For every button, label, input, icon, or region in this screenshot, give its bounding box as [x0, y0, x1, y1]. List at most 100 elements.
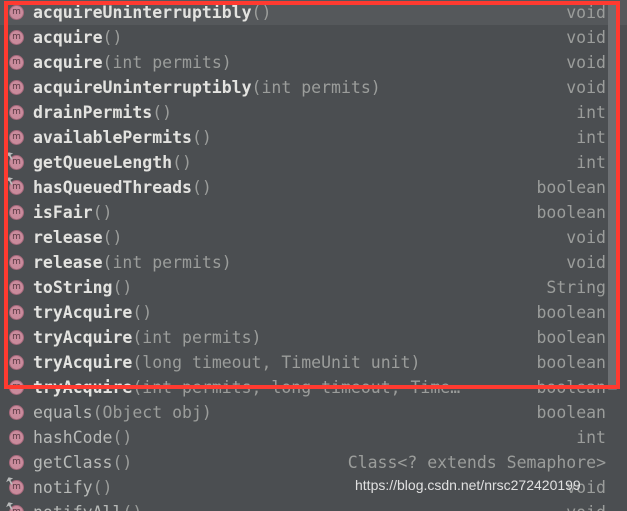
method-row[interactable]: m toString() String [0, 275, 627, 300]
method-return-type: String [546, 278, 606, 297]
method-icon: m [9, 130, 24, 145]
method-parameters: () [191, 128, 212, 147]
method-parameters: () [112, 453, 133, 472]
method-return-type: boolean [536, 353, 606, 372]
method-parameters: () [122, 503, 142, 511]
method-row[interactable]: m release(int permits) void [0, 250, 627, 275]
method-icon-letter: m [12, 256, 21, 267]
method-return-type: void [566, 53, 606, 72]
method-icon-letter: m [12, 156, 21, 167]
method-icon: m [9, 430, 24, 445]
method-return-type: void [566, 28, 606, 47]
method-parameters: (int permits) [251, 78, 381, 97]
method-row[interactable]: m acquire() void [0, 25, 627, 50]
method-signature: tryAcquire(int permits) [33, 328, 522, 347]
method-name: toString [33, 278, 113, 297]
method-parameters: () [102, 28, 123, 47]
method-name: equals [33, 403, 93, 422]
method-signature: getClass() [33, 453, 334, 472]
method-icon-letter: m [12, 231, 21, 242]
method-parameters: (int permits) [102, 53, 232, 72]
method-row[interactable]: m tryAcquire(int permits) boolean [0, 325, 627, 350]
method-name: availablePermits [33, 128, 192, 147]
method-signature: getQueueLength() [33, 153, 562, 172]
method-parameters: () [102, 228, 123, 247]
method-row[interactable]: m hashCode() int [0, 425, 627, 450]
method-row[interactable]: m drainPermits() int [0, 100, 627, 125]
method-icon: m [9, 155, 24, 170]
method-icon: m [9, 80, 24, 95]
method-signature: notifyAll() [33, 503, 552, 511]
method-icon-letter: m [12, 381, 21, 392]
method-row[interactable]: m isFair() boolean [0, 200, 627, 225]
method-row[interactable]: m getClass() Class<? extends Semaphore> [0, 450, 627, 475]
method-signature: release() [33, 228, 552, 247]
vertical-scrollbar-thumb[interactable] [608, 2, 617, 390]
method-icon: m [9, 280, 24, 295]
method-name: acquireUninterruptibly [33, 78, 252, 97]
method-name: isFair [33, 203, 93, 222]
method-row[interactable]: m hasQueuedThreads() boolean [0, 175, 627, 200]
method-icon: m [9, 205, 24, 220]
method-parameters: () [251, 3, 272, 22]
vertical-scrollbar-track[interactable] [608, 0, 622, 511]
method-name: notify [33, 478, 93, 497]
method-row[interactable]: m getQueueLength() int [0, 150, 627, 175]
method-return-type: boolean [536, 378, 606, 397]
method-return-type: boolean [536, 178, 606, 197]
method-name: drainPermits [33, 103, 153, 122]
method-icon-letter: m [12, 31, 21, 42]
method-icon: m [9, 180, 24, 195]
method-return-type: int [576, 153, 606, 172]
method-parameters: () [92, 203, 113, 222]
method-row[interactable]: mnotifyAll()void [0, 500, 627, 511]
method-parameters: () [132, 303, 153, 322]
method-return-type: void [566, 3, 606, 22]
method-return-type: void [566, 78, 606, 97]
method-list-popup: m acquireUninterruptibly() void m acquire() v… [0, 0, 627, 511]
method-return-type: Class<? extends Semaphore> [347, 453, 606, 472]
method-row[interactable]: m acquireUninterruptibly() void [0, 0, 627, 25]
method-parameters: (int permits, long timeout, Time… [132, 378, 461, 397]
method-row[interactable]: m acquireUninterruptibly(int permits) void [0, 75, 627, 100]
method-row[interactable]: m release() void [0, 225, 627, 250]
method-row[interactable]: m acquire(int permits) void [0, 50, 627, 75]
method-signature: hasQueuedThreads() [33, 178, 522, 197]
method-icon: m [9, 380, 24, 395]
method-return-type: int [576, 128, 606, 147]
method-parameters: () [92, 478, 113, 497]
watermark-url: https://blog.csdn.net/nrsc272420199 [355, 477, 581, 493]
method-signature: release(int permits) [33, 253, 552, 272]
method-return-type: int [576, 428, 606, 447]
method-icon: m [9, 55, 24, 70]
method-name: tryAcquire [33, 328, 133, 347]
method-signature: availablePermits() [33, 128, 562, 147]
method-parameters: () [152, 103, 173, 122]
method-name: getQueueLength [33, 153, 173, 172]
method-row[interactable]: m availablePermits() int [0, 125, 627, 150]
method-signature: isFair() [33, 203, 522, 222]
method-icon-letter: m [12, 331, 21, 342]
method-icon: m [9, 305, 24, 320]
method-name: acquireUninterruptibly [33, 3, 252, 22]
method-row[interactable]: m tryAcquire() boolean [0, 300, 627, 325]
method-name: release [33, 228, 103, 247]
method-icon: m [9, 255, 24, 270]
method-list[interactable]: m acquireUninterruptibly() void m acquire() v… [0, 0, 627, 511]
method-name: tryAcquire [33, 303, 133, 322]
method-name: hashCode [33, 428, 113, 447]
method-parameters: () [191, 178, 212, 197]
method-return-type: boolean [536, 403, 606, 422]
method-row[interactable]: m equals(Object obj) boolean [0, 400, 627, 425]
method-name: acquire [33, 28, 103, 47]
method-signature: tryAcquire(int permits, long timeout, Ti… [33, 378, 522, 397]
method-icon-letter: m [12, 206, 21, 217]
method-icon: m [9, 455, 24, 470]
method-parameters: (int permits) [132, 328, 262, 347]
method-row[interactable]: m tryAcquire(long timeout, TimeUnit unit)… [0, 350, 627, 375]
method-signature: toString() [33, 278, 532, 297]
method-icon-letter: m [12, 481, 21, 492]
method-row[interactable]: m tryAcquire(int permits, long timeout, T… [0, 375, 627, 400]
method-signature: acquireUninterruptibly() [33, 3, 552, 22]
method-signature: acquire() [33, 28, 552, 47]
